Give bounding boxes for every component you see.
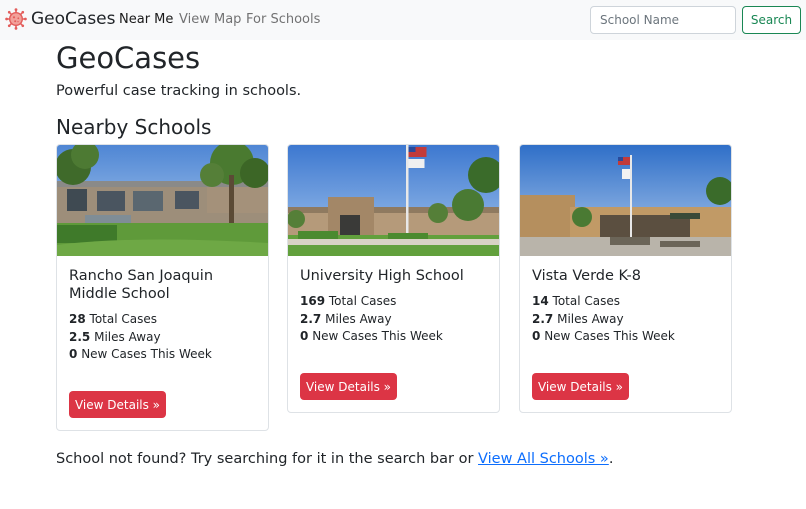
- navbar: GeoCases Near Me View Map For Schools Se…: [0, 0, 806, 40]
- view-details-button[interactable]: View Details »: [532, 373, 629, 400]
- new-cases-stat: 0 New Cases This Week: [532, 328, 675, 344]
- view-details-button[interactable]: View Details »: [69, 391, 166, 418]
- total-cases-count: 28: [69, 312, 86, 326]
- total-cases-label: Total Cases: [328, 294, 397, 308]
- miles-away-label: Miles Away: [325, 312, 392, 326]
- new-cases-label: New Cases This Week: [544, 329, 675, 343]
- new-cases-count: 0: [69, 347, 78, 361]
- new-cases-count: 0: [300, 329, 309, 343]
- virus-logo-icon: [5, 8, 27, 30]
- school-search-input[interactable]: [590, 6, 736, 34]
- school-card-rancho-san-joaquin: Rancho San Joaquin Middle School 28 Tota…: [56, 144, 269, 431]
- total-cases-label: Total Cases: [89, 312, 157, 326]
- view-details-button[interactable]: View Details »: [300, 373, 397, 400]
- nav-link-for-schools[interactable]: For Schools: [246, 11, 320, 29]
- total-cases-label: Total Cases: [552, 294, 620, 308]
- nav-link-view-map[interactable]: View Map: [179, 11, 241, 29]
- page-title: GeoCases: [56, 41, 201, 75]
- school-entrance-flagpole-photo: [288, 145, 499, 256]
- new-cases-label: New Cases This Week: [312, 329, 443, 343]
- school-card-vista-verde: Vista Verde K-8 14 Total Cases 2.7 Miles…: [519, 144, 732, 413]
- footer-message-text: School not found? Try searching for it i…: [56, 451, 479, 467]
- miles-away-stat: 2.5 Miles Away: [69, 329, 161, 345]
- brand-name: GeoCases: [31, 9, 116, 29]
- school-plaza-flagpole-photo: [520, 145, 731, 256]
- view-all-schools-link[interactable]: View All Schools »: [478, 451, 609, 467]
- total-cases-stat: 169 Total Cases: [300, 293, 396, 309]
- school-card-university-high: University High School 169 Total Cases 2…: [287, 144, 500, 413]
- brand[interactable]: GeoCases: [5, 8, 116, 30]
- school-building-photo: [57, 145, 268, 256]
- school-not-found-message: School not found? Try searching for it i…: [56, 449, 613, 469]
- section-title-nearby-schools: Nearby Schools: [56, 115, 212, 139]
- miles-away-label: Miles Away: [557, 312, 624, 326]
- page-lead: Powerful case tracking in schools.: [56, 83, 302, 99]
- school-name: University High School: [300, 268, 464, 284]
- miles-away-value: 2.5: [69, 330, 91, 344]
- school-name: Vista Verde K-8: [532, 268, 641, 284]
- school-name: Rancho San Joaquin Middle School: [69, 268, 214, 302]
- new-cases-stat: 0 New Cases This Week: [69, 346, 212, 362]
- footer-message-suffix: .: [608, 451, 614, 467]
- new-cases-stat: 0 New Cases This Week: [300, 328, 443, 344]
- total-cases-count: 169: [300, 294, 326, 308]
- nav-link-near-me[interactable]: Near Me: [119, 11, 173, 29]
- search-button[interactable]: Search: [742, 6, 801, 34]
- total-cases-stat: 14 Total Cases: [532, 293, 620, 309]
- miles-away-value: 2.7: [300, 312, 322, 326]
- new-cases-count: 0: [532, 329, 541, 343]
- new-cases-label: New Cases This Week: [81, 347, 212, 361]
- total-cases-stat: 28 Total Cases: [69, 311, 157, 327]
- miles-away-stat: 2.7 Miles Away: [532, 311, 624, 327]
- miles-away-value: 2.7: [532, 312, 554, 326]
- miles-away-label: Miles Away: [94, 330, 161, 344]
- total-cases-count: 14: [532, 294, 549, 308]
- miles-away-stat: 2.7 Miles Away: [300, 311, 392, 327]
